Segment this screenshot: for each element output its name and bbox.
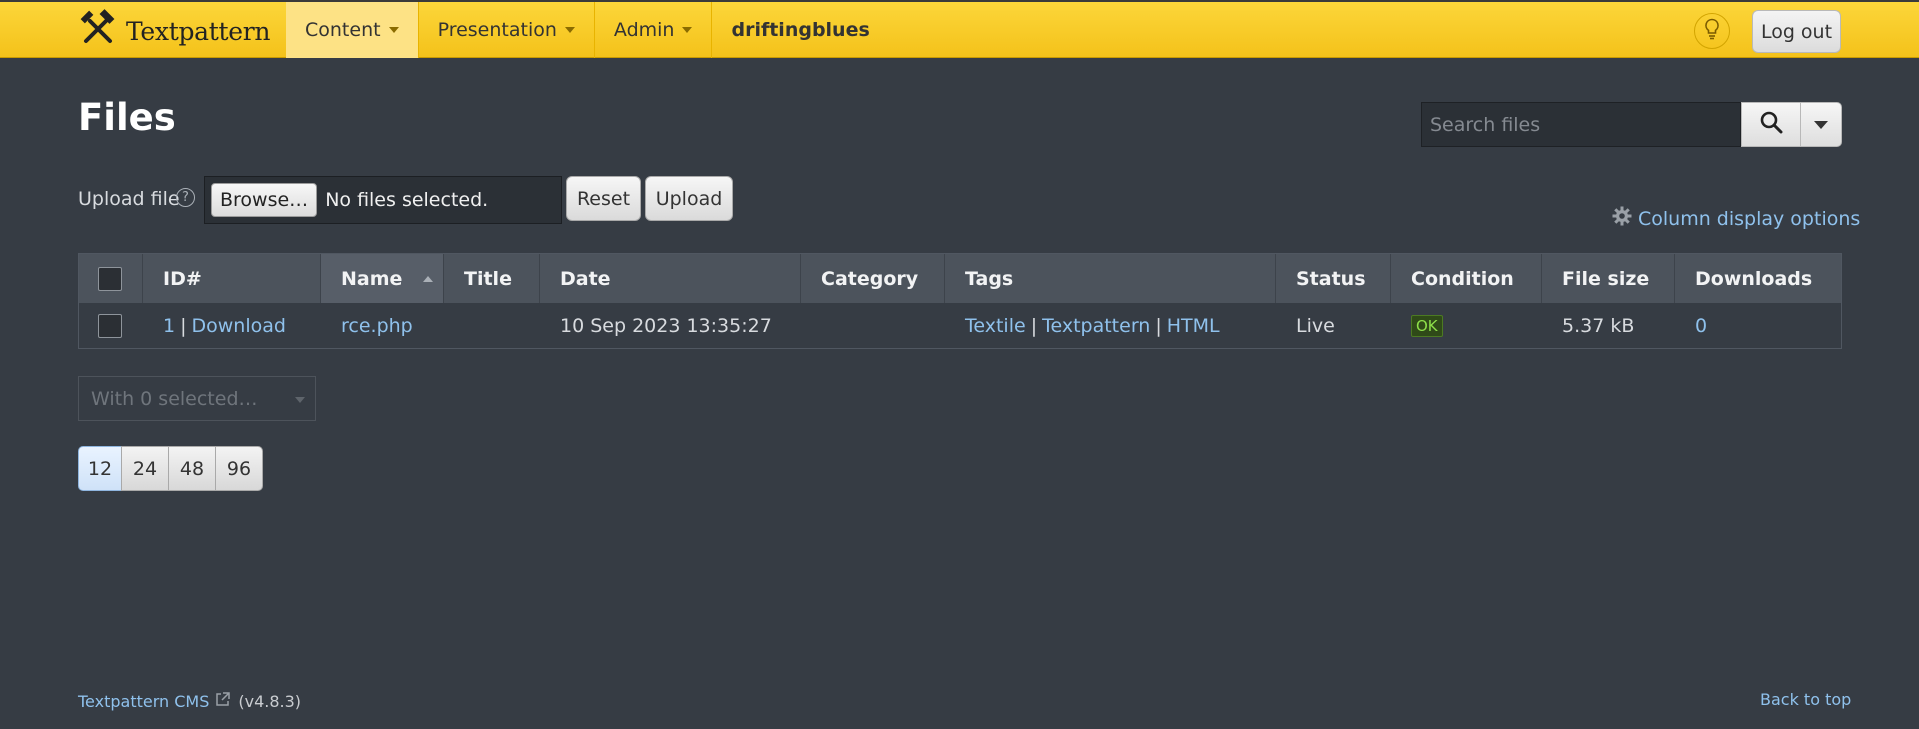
file-status-text: No files selected. <box>325 189 489 211</box>
column-display-options-link[interactable]: Column display options <box>1612 206 1860 231</box>
search-input[interactable] <box>1421 102 1741 147</box>
reset-button[interactable]: Reset <box>566 176 641 221</box>
cell-category <box>801 303 945 348</box>
cell-status: Live <box>1296 314 1335 337</box>
column-header-condition[interactable]: Condition <box>1391 254 1542 303</box>
logout-button[interactable]: Log out <box>1752 10 1841 53</box>
page-size-option[interactable]: 24 <box>121 446 169 491</box>
column-header-name[interactable]: Name <box>321 254 444 303</box>
separator: | <box>1030 314 1038 337</box>
cell-date: 10 Sep 2023 13:35:27 <box>560 314 772 337</box>
cell-file-size: 5.37 kB <box>1562 314 1635 337</box>
nav-presentation[interactable]: Presentation <box>419 2 595 58</box>
file-name-link[interactable]: rce.php <box>341 315 413 337</box>
brand[interactable]: Textpattern <box>78 8 271 50</box>
version-text: (v4.8.3) <box>238 692 302 711</box>
multi-edit-select-label: With 0 selected… <box>91 387 258 410</box>
nav-content[interactable]: Content <box>286 2 419 58</box>
table-header: ID# Name Title Date Category Tags Status… <box>79 254 1841 303</box>
tag-link[interactable]: HTML <box>1167 315 1220 337</box>
separator: | <box>180 314 187 337</box>
row-select-cell <box>79 303 143 348</box>
search-options-dropdown[interactable] <box>1801 102 1842 147</box>
chevron-down-icon <box>564 27 575 33</box>
page-size-option[interactable]: 96 <box>215 446 263 491</box>
separator: | <box>1155 314 1162 337</box>
brand-name: Textpattern <box>126 16 271 46</box>
column-header-title[interactable]: Title <box>444 254 540 303</box>
nav-admin-label: Admin <box>613 19 675 41</box>
table-row: 1 | Download rce.php 10 Sep 2023 13:35:2… <box>79 303 1841 348</box>
cell-downloads: 0 <box>1675 303 1841 348</box>
sort-ascending-icon <box>423 276 433 282</box>
upload-file-label: Upload file <box>78 188 180 210</box>
column-header-downloads[interactable]: Downloads <box>1675 254 1841 303</box>
nav-content-label: Content <box>305 19 381 41</box>
column-header-name-label: Name <box>341 267 403 290</box>
select-all-cell <box>79 254 143 303</box>
cell-tags: Textile | Textpattern | HTML <box>945 303 1276 348</box>
textpattern-logo-icon <box>78 8 118 54</box>
chevron-down-icon <box>388 27 399 33</box>
chevron-down-icon <box>1814 120 1828 129</box>
column-header-tags: Tags <box>945 254 1276 303</box>
tag-link[interactable]: Textpattern <box>1042 315 1150 337</box>
page-size-option[interactable]: 12 <box>78 446 122 491</box>
lightswitch-button[interactable] <box>1694 13 1730 49</box>
page-title: Files <box>78 96 176 139</box>
file-id-link[interactable]: 1 <box>163 315 175 337</box>
site-name-link[interactable]: driftingblues <box>712 2 888 58</box>
search-button[interactable] <box>1741 102 1801 147</box>
chevron-down-icon <box>295 397 305 403</box>
select-all-checkbox[interactable] <box>98 266 122 291</box>
files-table: ID# Name Title Date Category Tags Status… <box>78 253 1842 349</box>
condition-badge: OK <box>1411 314 1443 337</box>
file-input[interactable]: Browse… No files selected. <box>204 176 562 224</box>
column-header-status[interactable]: Status <box>1276 254 1391 303</box>
top-navigation-bar: Textpattern Content Presentation Admin d… <box>0 0 1919 58</box>
nav-presentation-label: Presentation <box>437 19 557 41</box>
column-header-file-size[interactable]: File size <box>1542 254 1675 303</box>
footer-credits: Textpattern CMS (v4.8.3) <box>78 692 301 711</box>
nav-admin[interactable]: Admin <box>595 2 713 58</box>
column-header-category[interactable]: Category <box>801 254 945 303</box>
column-header-id[interactable]: ID# <box>143 254 321 303</box>
column-display-options-label: Column display options <box>1638 207 1861 230</box>
textpattern-cms-link[interactable]: Textpattern CMS <box>78 692 209 711</box>
column-header-date[interactable]: Date <box>540 254 801 303</box>
download-link[interactable]: Download <box>192 315 286 337</box>
gear-icon <box>1612 206 1638 231</box>
cell-id: 1 | Download <box>143 303 321 348</box>
row-checkbox[interactable] <box>98 313 122 338</box>
cell-title <box>444 303 540 348</box>
cell-condition: OK <box>1391 303 1542 348</box>
page-size-selector: 12 24 48 96 <box>78 446 263 491</box>
back-to-top-link[interactable]: Back to top <box>1760 690 1851 709</box>
upload-button[interactable]: Upload <box>645 176 733 221</box>
tag-link[interactable]: Textile <box>965 315 1026 337</box>
downloads-count-link[interactable]: 0 <box>1695 315 1707 337</box>
chevron-down-icon <box>682 27 693 33</box>
cell-name: rce.php <box>321 303 444 348</box>
help-icon[interactable]: ? <box>176 188 195 207</box>
multi-edit-select[interactable]: With 0 selected… <box>78 376 316 421</box>
search-form <box>1421 102 1842 147</box>
page-size-option[interactable]: 48 <box>168 446 216 491</box>
external-link-icon <box>209 692 231 711</box>
browse-button[interactable]: Browse… <box>211 183 318 217</box>
search-icon <box>1759 110 1783 139</box>
main-nav: Content Presentation Admin driftingblues <box>286 2 889 58</box>
lightbulb-icon <box>1704 18 1720 45</box>
